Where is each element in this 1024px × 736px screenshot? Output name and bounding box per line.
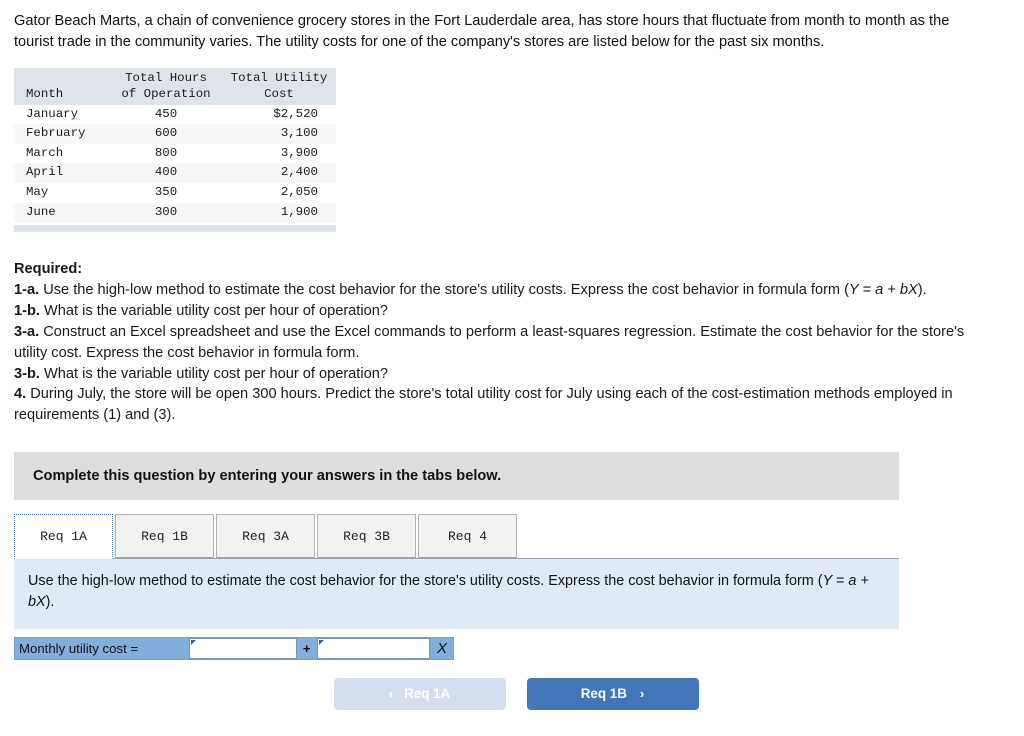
- utility-cost-table: Month Total Hours of Operation Total Uti…: [14, 67, 336, 223]
- cell-cost: $2,520: [273, 106, 318, 121]
- required-item: 1-b. What is the variable utility cost p…: [14, 301, 996, 322]
- required-item: 4. During July, the store will be open 3…: [14, 384, 996, 426]
- cell-month: February: [26, 126, 86, 141]
- cell-month: May: [26, 185, 49, 200]
- answer-panel-prompt-after: ).: [45, 594, 55, 611]
- required-item-label: 3-b.: [14, 365, 44, 382]
- required-items: 1-a. Use the high-low method to estimate…: [14, 280, 996, 426]
- plus-operator: +: [302, 640, 311, 656]
- tab-label: Req 3B: [343, 528, 390, 544]
- column-header-month: Month: [14, 67, 110, 105]
- cell-hours: 300: [154, 204, 178, 219]
- question-page: Gator Beach Marts, a chain of convenienc…: [0, 0, 1024, 736]
- table-row: January 450 $2,520: [14, 105, 336, 125]
- navigation-bar: ‹ Req 1A Req 1B ›: [0, 677, 1024, 710]
- cell-cost: 3,900: [280, 145, 318, 160]
- variable-rate-input[interactable]: [317, 638, 430, 658]
- cell-cost: 2,050: [280, 185, 318, 200]
- cell-month: April: [26, 165, 64, 180]
- required-item-label: 1-a.: [14, 282, 44, 299]
- table-header-row: Month Total Hours of Operation Total Uti…: [14, 67, 336, 105]
- variable-rate-input-cell[interactable]: [316, 637, 431, 659]
- answer-panel: Use the high-low method to estimate the …: [14, 559, 899, 629]
- required-heading: Required:: [14, 261, 83, 278]
- required-item: 3-b. What is the variable utility cost p…: [14, 364, 996, 385]
- cell-hours: 350: [154, 185, 178, 200]
- required-item-text: Construct an Excel spreadsheet and use t…: [14, 323, 965, 361]
- cell-hours: 450: [154, 106, 178, 121]
- required-item-formula: Y = a + bX: [849, 282, 918, 299]
- prev-requirement-button[interactable]: ‹ Req 1A: [333, 677, 506, 710]
- chevron-left-icon: ‹: [388, 686, 394, 702]
- tab-req-4[interactable]: Req 4: [418, 514, 517, 559]
- complete-question-banner-text: Complete this question by entering your …: [33, 468, 502, 485]
- tab-label: Req 1B: [141, 528, 188, 544]
- prev-requirement-label: Req 1A: [404, 686, 451, 702]
- table-row: June 300 1,900: [14, 202, 336, 223]
- required-item-text: What is the variable utility cost per ho…: [44, 303, 388, 319]
- required-section: Required: 1-a. Use the high-low method t…: [14, 259, 996, 426]
- fixed-cost-input-cell[interactable]: [189, 637, 297, 659]
- x-variable-label: X: [437, 639, 448, 657]
- fixed-cost-input[interactable]: [190, 638, 296, 658]
- required-item-label: 3-a.: [14, 323, 44, 340]
- chevron-right-icon: ›: [639, 686, 645, 702]
- table-row: February 600 3,100: [14, 124, 336, 144]
- required-item: 1-a. Use the high-low method to estimate…: [14, 280, 996, 301]
- cell-cost: 2,400: [280, 165, 318, 180]
- tab-req-1b[interactable]: Req 1B: [115, 514, 214, 559]
- next-requirement-button[interactable]: Req 1B ›: [526, 677, 699, 710]
- required-item-text: During July, the store will be open 300 …: [14, 386, 953, 424]
- tab-req-3a[interactable]: Req 3A: [216, 514, 315, 559]
- required-item: 3-a. Construct an Excel spreadsheet and …: [14, 322, 996, 364]
- column-header-total-utility-cost: Total Utility Cost: [222, 67, 336, 105]
- table-body: January 450 $2,520 February 600 3,100 March 800…: [14, 105, 336, 223]
- cell-cost: 1,900: [280, 204, 318, 219]
- tab-req-3b[interactable]: Req 3B: [317, 514, 416, 559]
- next-requirement-label: Req 1B: [580, 686, 627, 702]
- column-header-total-hours: Total Hours of Operation: [110, 67, 222, 105]
- required-item-text-after: ).: [917, 282, 927, 299]
- utility-cost-table-wrapper: Month Total Hours of Operation Total Uti…: [14, 67, 336, 233]
- table-footer-bar: [14, 225, 336, 233]
- cell-month: June: [26, 204, 56, 219]
- required-item-label: 1-b.: [14, 303, 44, 319]
- table-header: Month Total Hours of Operation Total Uti…: [14, 67, 336, 105]
- tab-label: Req 1A: [40, 529, 87, 545]
- required-item-text: What is the variable utility cost per ho…: [44, 365, 388, 382]
- tab-req-1a[interactable]: Req 1A: [14, 514, 113, 560]
- answer-row-label: Monthly utility cost =: [19, 640, 139, 656]
- table-row: April 400 2,400: [14, 163, 336, 184]
- problem-intro-text: Gator Beach Marts, a chain of convenienc…: [14, 13, 950, 51]
- cell-month: March: [26, 145, 64, 160]
- table-row: March 800 3,900: [14, 144, 336, 164]
- answer-panel-prompt-before: Use the high-low method to estimate the …: [28, 573, 823, 590]
- required-item-label: 4.: [14, 386, 31, 403]
- tab-label: Req 4: [447, 528, 487, 544]
- cell-cost: 3,100: [280, 126, 318, 141]
- required-item-text: Use the high-low method to estimate the …: [43, 282, 850, 299]
- answer-panel-prompt: Use the high-low method to estimate the …: [28, 573, 869, 610]
- cell-hours: 400: [154, 165, 178, 180]
- tab-label: Req 3A: [242, 528, 289, 544]
- table-row: May 350 2,050: [14, 183, 336, 203]
- requirement-tabs: Req 1A Req 1B Req 3A Req 3B Req 4: [14, 514, 899, 560]
- answer-input-row: Monthly utility cost = + X: [14, 636, 454, 660]
- complete-question-banner: Complete this question by entering your …: [14, 452, 899, 501]
- cell-month: January: [26, 106, 79, 121]
- cell-hours: 600: [154, 126, 178, 141]
- cell-hours: 800: [154, 145, 178, 160]
